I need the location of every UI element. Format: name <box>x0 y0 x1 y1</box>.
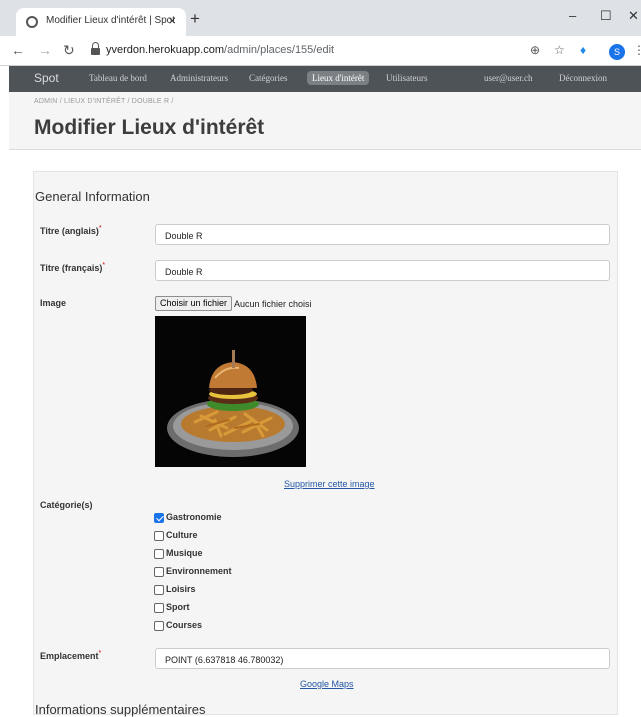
category-label: Loisirs <box>166 584 196 594</box>
avatar[interactable]: S <box>609 44 625 60</box>
browser-tab[interactable]: Modifier Lieux d'intérêt | Spot × <box>16 8 186 36</box>
title-en-label: Titre (anglais)* <box>40 225 102 236</box>
section-general-title: General Information <box>35 189 150 204</box>
window-close-icon[interactable]: ✕ <box>628 8 639 24</box>
app-navbar: Spot Tableau de bord Administrateurs Cat… <box>9 66 641 92</box>
checkbox[interactable] <box>154 567 164 577</box>
browser-tabbar: Modifier Lieux d'intérêt | Spot × + – ☐ … <box>0 0 641 36</box>
checkbox[interactable] <box>154 621 164 631</box>
page-title: Modifier Lieux d'intérêt <box>34 116 265 139</box>
checkbox[interactable] <box>154 531 164 541</box>
checkbox[interactable] <box>154 549 164 559</box>
extension-icon[interactable]: ♦ <box>580 43 586 57</box>
category-label: Environnement <box>166 566 232 576</box>
url-field[interactable]: yverdon.herokuapp.com/admin/places/155/e… <box>106 44 334 56</box>
title-en-input[interactable]: Double R <box>155 224 610 245</box>
tab-title: Modifier Lieux d'intérêt | Spot <box>46 15 176 26</box>
nav-dashboard[interactable]: Tableau de bord <box>89 73 147 83</box>
globe-icon <box>26 16 38 28</box>
minimize-icon[interactable]: – <box>569 8 576 23</box>
title-fr-input[interactable]: Double R <box>155 260 610 281</box>
close-tab-icon[interactable]: × <box>168 13 176 28</box>
maximize-icon[interactable]: ☐ <box>600 8 612 24</box>
reload-icon[interactable]: ↻ <box>63 42 75 59</box>
forward-arrow-icon[interactable]: → <box>38 42 52 58</box>
logout-link[interactable]: Déconnexion <box>559 73 607 83</box>
image-label: Image <box>40 298 67 308</box>
checkbox[interactable] <box>154 585 164 595</box>
category-label: Courses <box>166 620 203 630</box>
category-label: Sport <box>166 602 190 612</box>
breadcrumb[interactable]: ADMIN / LIEUX D'INTÉRÊT / DOUBLE R / <box>34 98 174 105</box>
zoom-icon[interactable]: ⊕ <box>530 43 540 57</box>
category-label: Gastronomie <box>166 512 222 522</box>
place-image <box>155 316 306 467</box>
file-status: Aucun fichier choisi <box>234 299 312 309</box>
nav-categories[interactable]: Catégories <box>249 73 288 83</box>
form-panel <box>33 171 618 715</box>
checkbox[interactable] <box>154 603 164 613</box>
choose-file-button[interactable]: Choisir un fichier <box>155 296 233 311</box>
star-icon[interactable]: ☆ <box>554 43 565 57</box>
remove-image-link[interactable]: Supprimer cette image <box>284 479 375 489</box>
menu-icon[interactable]: ⋮ <box>633 43 641 57</box>
nav-users[interactable]: Utilisateurs <box>386 73 428 83</box>
categories-label: Catégorie(s) <box>40 500 93 510</box>
page-header: ADMIN / LIEUX D'INTÉRÊT / DOUBLE R / Mod… <box>9 92 641 150</box>
nav-administrators[interactable]: Administrateurs <box>170 73 228 83</box>
nav-user-email[interactable]: user@user.ch <box>484 73 533 83</box>
category-label: Culture <box>166 530 198 540</box>
location-label: Emplacement* <box>40 650 102 661</box>
checkbox[interactable] <box>154 513 164 523</box>
new-tab-button[interactable]: + <box>190 10 200 27</box>
address-bar: ← → ↻ yverdon.herokuapp.com/admin/places… <box>0 36 641 66</box>
lock-icon <box>91 42 100 55</box>
google-maps-link[interactable]: Google Maps <box>300 679 354 689</box>
brand-logo[interactable]: Spot <box>34 71 59 85</box>
category-label: Musique <box>166 548 203 558</box>
nav-places[interactable]: Lieux d'intérêt <box>307 71 370 85</box>
location-input[interactable]: POINT (6.637818 46.780032) <box>155 648 610 669</box>
title-fr-label: Titre (français)* <box>40 262 106 273</box>
back-arrow-icon[interactable]: ← <box>11 42 25 58</box>
